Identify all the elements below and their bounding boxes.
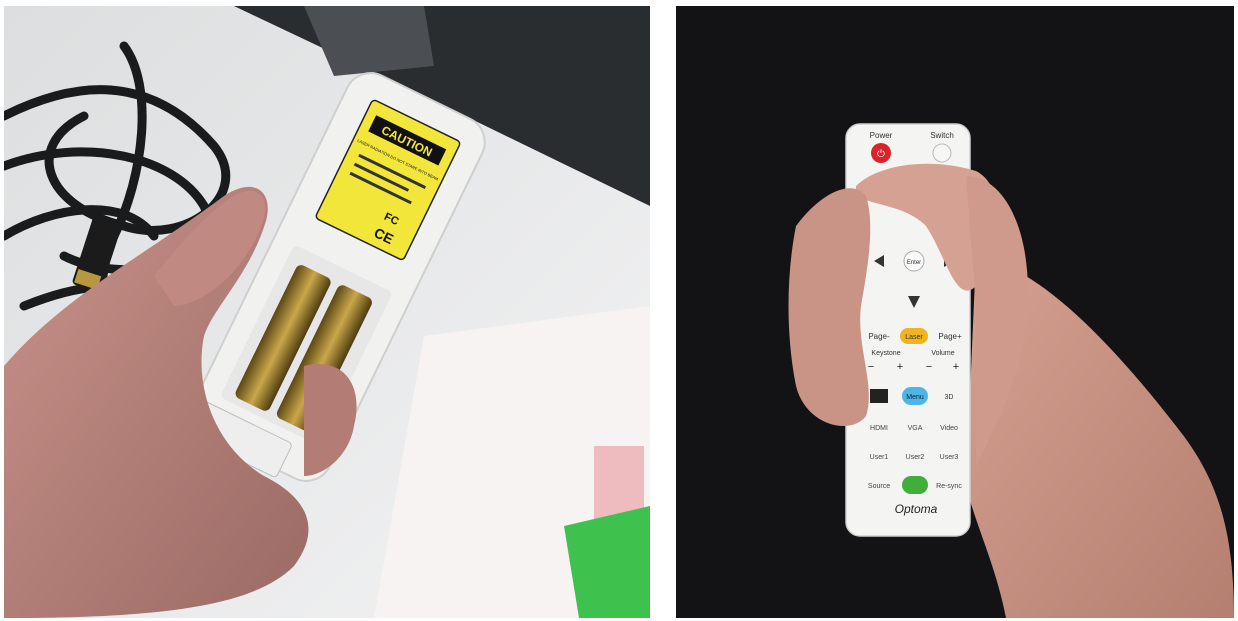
user3-label[interactable]: User3	[940, 454, 959, 461]
aspect-button[interactable]	[870, 389, 888, 403]
menu-label: Menu	[906, 394, 924, 401]
laser-label: Laser	[905, 334, 923, 341]
power-icon: ⏻	[877, 149, 885, 160]
keystone-plus[interactable]: +	[897, 361, 903, 373]
switch-label: Switch	[930, 131, 954, 140]
volume-plus[interactable]: +	[953, 361, 959, 373]
vga-label[interactable]: VGA	[908, 425, 923, 432]
page-minus-label: Page-	[868, 332, 890, 341]
user1-label[interactable]: User1	[870, 454, 889, 461]
hdmi-label[interactable]: HDMI	[870, 425, 888, 432]
volume-minus[interactable]: −	[926, 361, 932, 373]
user2-label[interactable]: User2	[906, 454, 925, 461]
enter-label: Enter	[907, 260, 921, 266]
video-label[interactable]: Video	[940, 425, 958, 432]
photo-left-remote-battery: CAUTION LASER RADIATION DO NOT STARE INT…	[4, 6, 650, 618]
resync-label[interactable]: Re-sync	[936, 483, 962, 490]
left-scene: CAUTION LASER RADIATION DO NOT STARE INT…	[4, 6, 650, 618]
source-label[interactable]: Source	[868, 483, 890, 490]
3d-label[interactable]: 3D	[945, 394, 954, 401]
switch-button[interactable]	[932, 143, 952, 163]
power-label: Power	[870, 131, 893, 140]
keystone-minus[interactable]: −	[868, 361, 874, 373]
right-scene: Power Switch ⏻ Enter Page- Laser Page+ K…	[676, 6, 1234, 618]
photo-right-remote-front: Power Switch ⏻ Enter Page- Laser Page+ K…	[676, 6, 1234, 618]
optoma-logo: Optoma	[895, 502, 938, 516]
fingers-left	[788, 188, 871, 426]
page-plus-label: Page+	[938, 332, 962, 341]
volume-label: Volume	[931, 350, 954, 357]
green-source-button[interactable]	[902, 476, 928, 494]
keystone-label: Keystone	[871, 350, 900, 357]
